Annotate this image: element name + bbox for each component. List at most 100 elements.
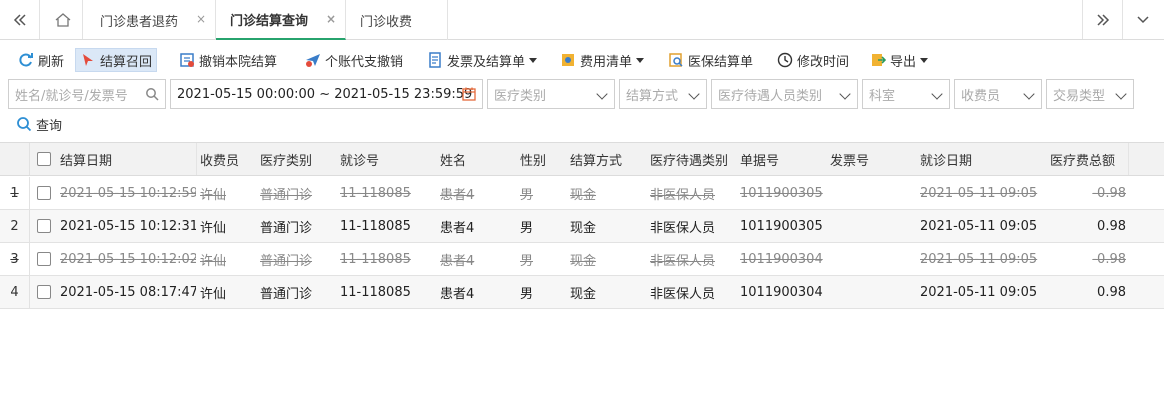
- col-cashier[interactable]: 收费员: [200, 143, 256, 175]
- date-range-value: 2021-05-15 00:00:00 ~ 2021-05-15 23:59:5…: [177, 86, 473, 102]
- col-settle-method[interactable]: 结算方式: [570, 143, 646, 175]
- cell-gender: 男: [520, 187, 534, 203]
- select-all-checkbox[interactable]: [37, 152, 51, 166]
- cell-cashier: 许仙: [200, 187, 227, 203]
- col-medical-type[interactable]: 医疗类别: [260, 143, 336, 175]
- cell-visit-date: 2021-05-11 09:05: [920, 218, 1038, 234]
- tab-outpatient-settlement-query[interactable]: 门诊结算查询 ×: [216, 0, 346, 40]
- cell-medical-type: 普通门诊: [260, 220, 313, 236]
- table-row[interactable]: 2 2021-05-15 10:12:31 许仙 普通门诊 11-118085 患者4 男 现…: [0, 210, 1164, 243]
- cell-visit-date: 2021-05-11 09:05: [920, 284, 1038, 300]
- row-number-header: [0, 143, 30, 175]
- close-icon[interactable]: ×: [326, 13, 336, 25]
- col-invoice-no[interactable]: 发票号: [830, 143, 916, 175]
- dropdown-caret-icon: [636, 57, 645, 63]
- refresh-label: 刷新: [38, 54, 65, 70]
- col-name[interactable]: 姓名: [440, 143, 516, 175]
- query-button[interactable]: 查询: [16, 113, 62, 135]
- table-row[interactable]: 1 2021-05-15 10:12:59 许仙 普通门诊 11-118085 患者4 男 现…: [0, 177, 1164, 210]
- medical-type-select[interactable]: 医疗类别: [487, 79, 615, 109]
- chevron-down-icon: [596, 88, 608, 100]
- paper-plane-icon: [306, 54, 320, 67]
- col-total-fee[interactable]: 医疗费总额: [1050, 143, 1128, 175]
- cancel-local-label: 撤销本院结算: [199, 54, 278, 70]
- department-select[interactable]: 科室: [862, 79, 950, 109]
- col-gender[interactable]: 性别: [520, 143, 566, 175]
- row-checkbox[interactable]: [37, 252, 51, 266]
- query-label: 查询: [36, 118, 63, 134]
- cursor-icon: [83, 54, 93, 66]
- tab-label: 门诊收费: [360, 14, 413, 30]
- treatment-category-placeholder: 医疗待遇人员类别: [718, 88, 823, 104]
- cell-total-fee: 0.98: [1097, 284, 1126, 300]
- cell-doc-no: 1011900305: [740, 185, 823, 201]
- document-cancel-icon: [180, 53, 194, 67]
- search-icon: [146, 88, 159, 101]
- transaction-type-select[interactable]: 交易类型: [1046, 79, 1134, 109]
- cell-visit-date: 2021-05-11 09:05: [920, 251, 1038, 267]
- chevron-down-icon: [1023, 88, 1035, 100]
- cell-doc-no: 1011900304: [740, 251, 823, 267]
- row-number: 4: [0, 276, 30, 308]
- cell-visit-no: 11-118085: [340, 284, 411, 300]
- col-visit-date[interactable]: 就诊日期: [920, 143, 1046, 175]
- cell-settle-method: 现金: [570, 220, 597, 236]
- filter-bar: 姓名/就诊号/发票号 2021-05-15 00:00:00 ~ 2021-05…: [0, 79, 1164, 109]
- cell-treatment-category: 非医保人员: [650, 187, 716, 203]
- tab-outpatient-drug-return[interactable]: 门诊患者退药 ×: [86, 0, 216, 40]
- invoice-icon: [429, 52, 441, 68]
- cell-settle-method: 现金: [570, 253, 597, 269]
- settle-method-select[interactable]: 结算方式: [619, 79, 707, 109]
- cell-invoice-no: [830, 276, 916, 308]
- modify-time-label: 修改时间: [797, 54, 850, 70]
- search-document-icon: [669, 53, 683, 67]
- home-icon[interactable]: [43, 0, 83, 39]
- cashier-select[interactable]: 收费员: [954, 79, 1042, 109]
- cell-settle-date: 2021-05-15 08:17:47: [60, 284, 196, 300]
- transaction-type-placeholder: 交易类型: [1053, 88, 1106, 104]
- cell-name: 患者4: [440, 220, 475, 236]
- date-range-input[interactable]: 2021-05-15 00:00:00 ~ 2021-05-15 23:59:5…: [170, 79, 483, 109]
- recall-settlement-button[interactable]: 结算召回: [75, 48, 158, 72]
- export-label: 导出: [890, 54, 917, 70]
- chevron-down-icon[interactable]: [1122, 0, 1162, 39]
- row-checkbox[interactable]: [37, 285, 51, 299]
- col-visit-no[interactable]: 就诊号: [340, 143, 436, 175]
- col-doc-no[interactable]: 单据号: [740, 143, 826, 175]
- export-button[interactable]: 导出: [866, 48, 932, 72]
- insurance-settlement-button[interactable]: 医保结算单: [664, 48, 757, 72]
- row-number: 3: [0, 243, 30, 275]
- col-treatment-category[interactable]: 医疗待遇类别: [650, 143, 738, 175]
- modify-time-button[interactable]: 修改时间: [773, 48, 853, 72]
- invoice-settlement-button[interactable]: 发票及结算单: [423, 48, 541, 72]
- personal-account-cancel-button[interactable]: 个账代支撤销: [301, 48, 407, 72]
- close-icon[interactable]: ×: [196, 13, 206, 25]
- cancel-local-settlement-button[interactable]: 撤销本院结算: [175, 48, 281, 72]
- cell-cashier: 许仙: [200, 220, 227, 236]
- scroll-right-icon[interactable]: [1082, 0, 1122, 39]
- cell-visit-no: 11-118085: [340, 218, 411, 234]
- row-checkbox[interactable]: [37, 186, 51, 200]
- toolbar: 刷新 结算召回 撤销本院结算 个账代支撤销 发票及结算单 费用清单 医保结算单 …: [0, 44, 1164, 74]
- recall-label: 结算召回: [100, 54, 153, 70]
- chevron-down-icon: [688, 88, 700, 100]
- invoice-settlement-label: 发票及结算单: [447, 54, 526, 70]
- row-number: 1: [0, 177, 30, 209]
- table-row[interactable]: 4 2021-05-15 08:17:47 许仙 普通门诊 11-118085 患者4 男 现…: [0, 276, 1164, 309]
- col-settle-date[interactable]: 结算日期: [60, 143, 196, 175]
- table-row[interactable]: 3 2021-05-15 10:12:02 许仙 普通门诊 11-118085 患者4 男 现…: [0, 243, 1164, 276]
- fee-list-button[interactable]: 费用清单: [556, 48, 648, 72]
- cell-invoice-no: [830, 177, 916, 209]
- refresh-button[interactable]: 刷新: [14, 48, 68, 72]
- cell-cashier: 许仙: [200, 286, 227, 302]
- scroll-left-icon[interactable]: [0, 0, 40, 39]
- search-placeholder: 姓名/就诊号/发票号: [15, 88, 128, 104]
- search-input[interactable]: 姓名/就诊号/发票号: [8, 79, 166, 109]
- row-checkbox[interactable]: [37, 219, 51, 233]
- cell-settle-date: 2021-05-15 10:12:59: [60, 185, 196, 201]
- treatment-category-select[interactable]: 医疗待遇人员类别: [711, 79, 858, 109]
- tab-outpatient-charge[interactable]: 门诊收费: [346, 0, 448, 40]
- tab-label: 门诊结算查询: [230, 13, 309, 29]
- chevron-down-icon: [839, 88, 851, 100]
- cell-gender: 男: [520, 253, 534, 269]
